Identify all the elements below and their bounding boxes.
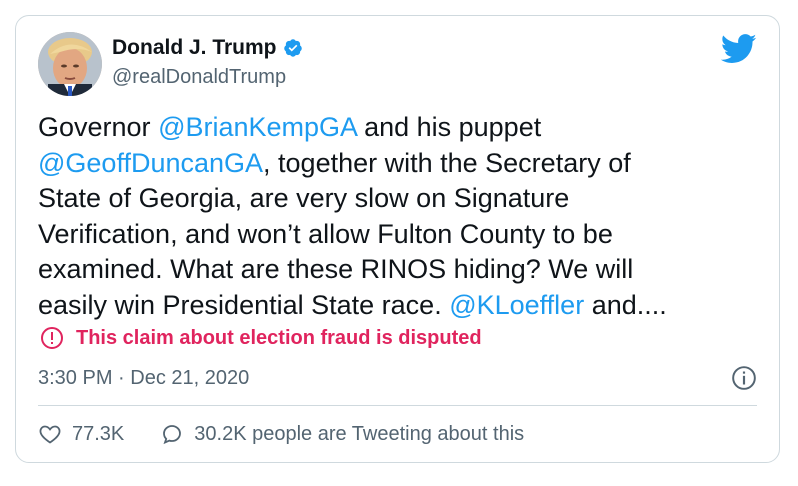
tweet-text-segment: Governor [38, 112, 159, 142]
mention-link[interactable]: @BrianKempGA [158, 112, 357, 142]
warning-circle-icon [41, 327, 63, 349]
tweet-text-segment: and.... [584, 289, 667, 320]
comment-bubble-icon [163, 425, 182, 445]
tweet-text: Governor @BrianKempGA and his puppet @Ge… [38, 110, 758, 323]
disputed-claim-text[interactable]: This claim about election fraud is dispu… [76, 325, 482, 351]
tweet-card[interactable]: Donald J. Trump @realDonaldTrump Governo… [15, 15, 780, 463]
like-count[interactable]: 77.3K [72, 421, 124, 447]
avatar[interactable] [38, 32, 102, 96]
tweet-text-segment: and his puppet [364, 112, 542, 142]
author-name-row[interactable]: Donald J. Trump [112, 36, 303, 60]
tweeting-count[interactable]: 30.2K people are Tweeting about this [194, 421, 524, 447]
tweet-actions: 77.3K 30.2K people are Tweeting about th… [38, 421, 524, 447]
author-handle[interactable]: @realDonaldTrump [112, 64, 303, 90]
divider [38, 405, 757, 406]
mention-link[interactable]: @KLoeffler [449, 290, 584, 320]
like-button[interactable]: 77.3K [38, 421, 124, 447]
heart-icon [39, 425, 61, 444]
author-block: Donald J. Trump @realDonaldTrump [112, 36, 303, 90]
twitter-bird-icon[interactable] [721, 34, 757, 64]
author-name[interactable]: Donald J. Trump [112, 36, 277, 60]
info-icon[interactable] [731, 365, 757, 391]
verified-badge-icon [283, 39, 302, 57]
disputed-claim-label[interactable]: This claim about election fraud is dispu… [40, 325, 482, 351]
tweet-timestamp[interactable]: 3:30 PM · Dec 21, 2020 [38, 365, 249, 391]
tweeting-about-button[interactable]: 30.2K people are Tweeting about this [160, 421, 524, 447]
mention-link[interactable]: @GeoffDuncanGA [38, 148, 263, 178]
